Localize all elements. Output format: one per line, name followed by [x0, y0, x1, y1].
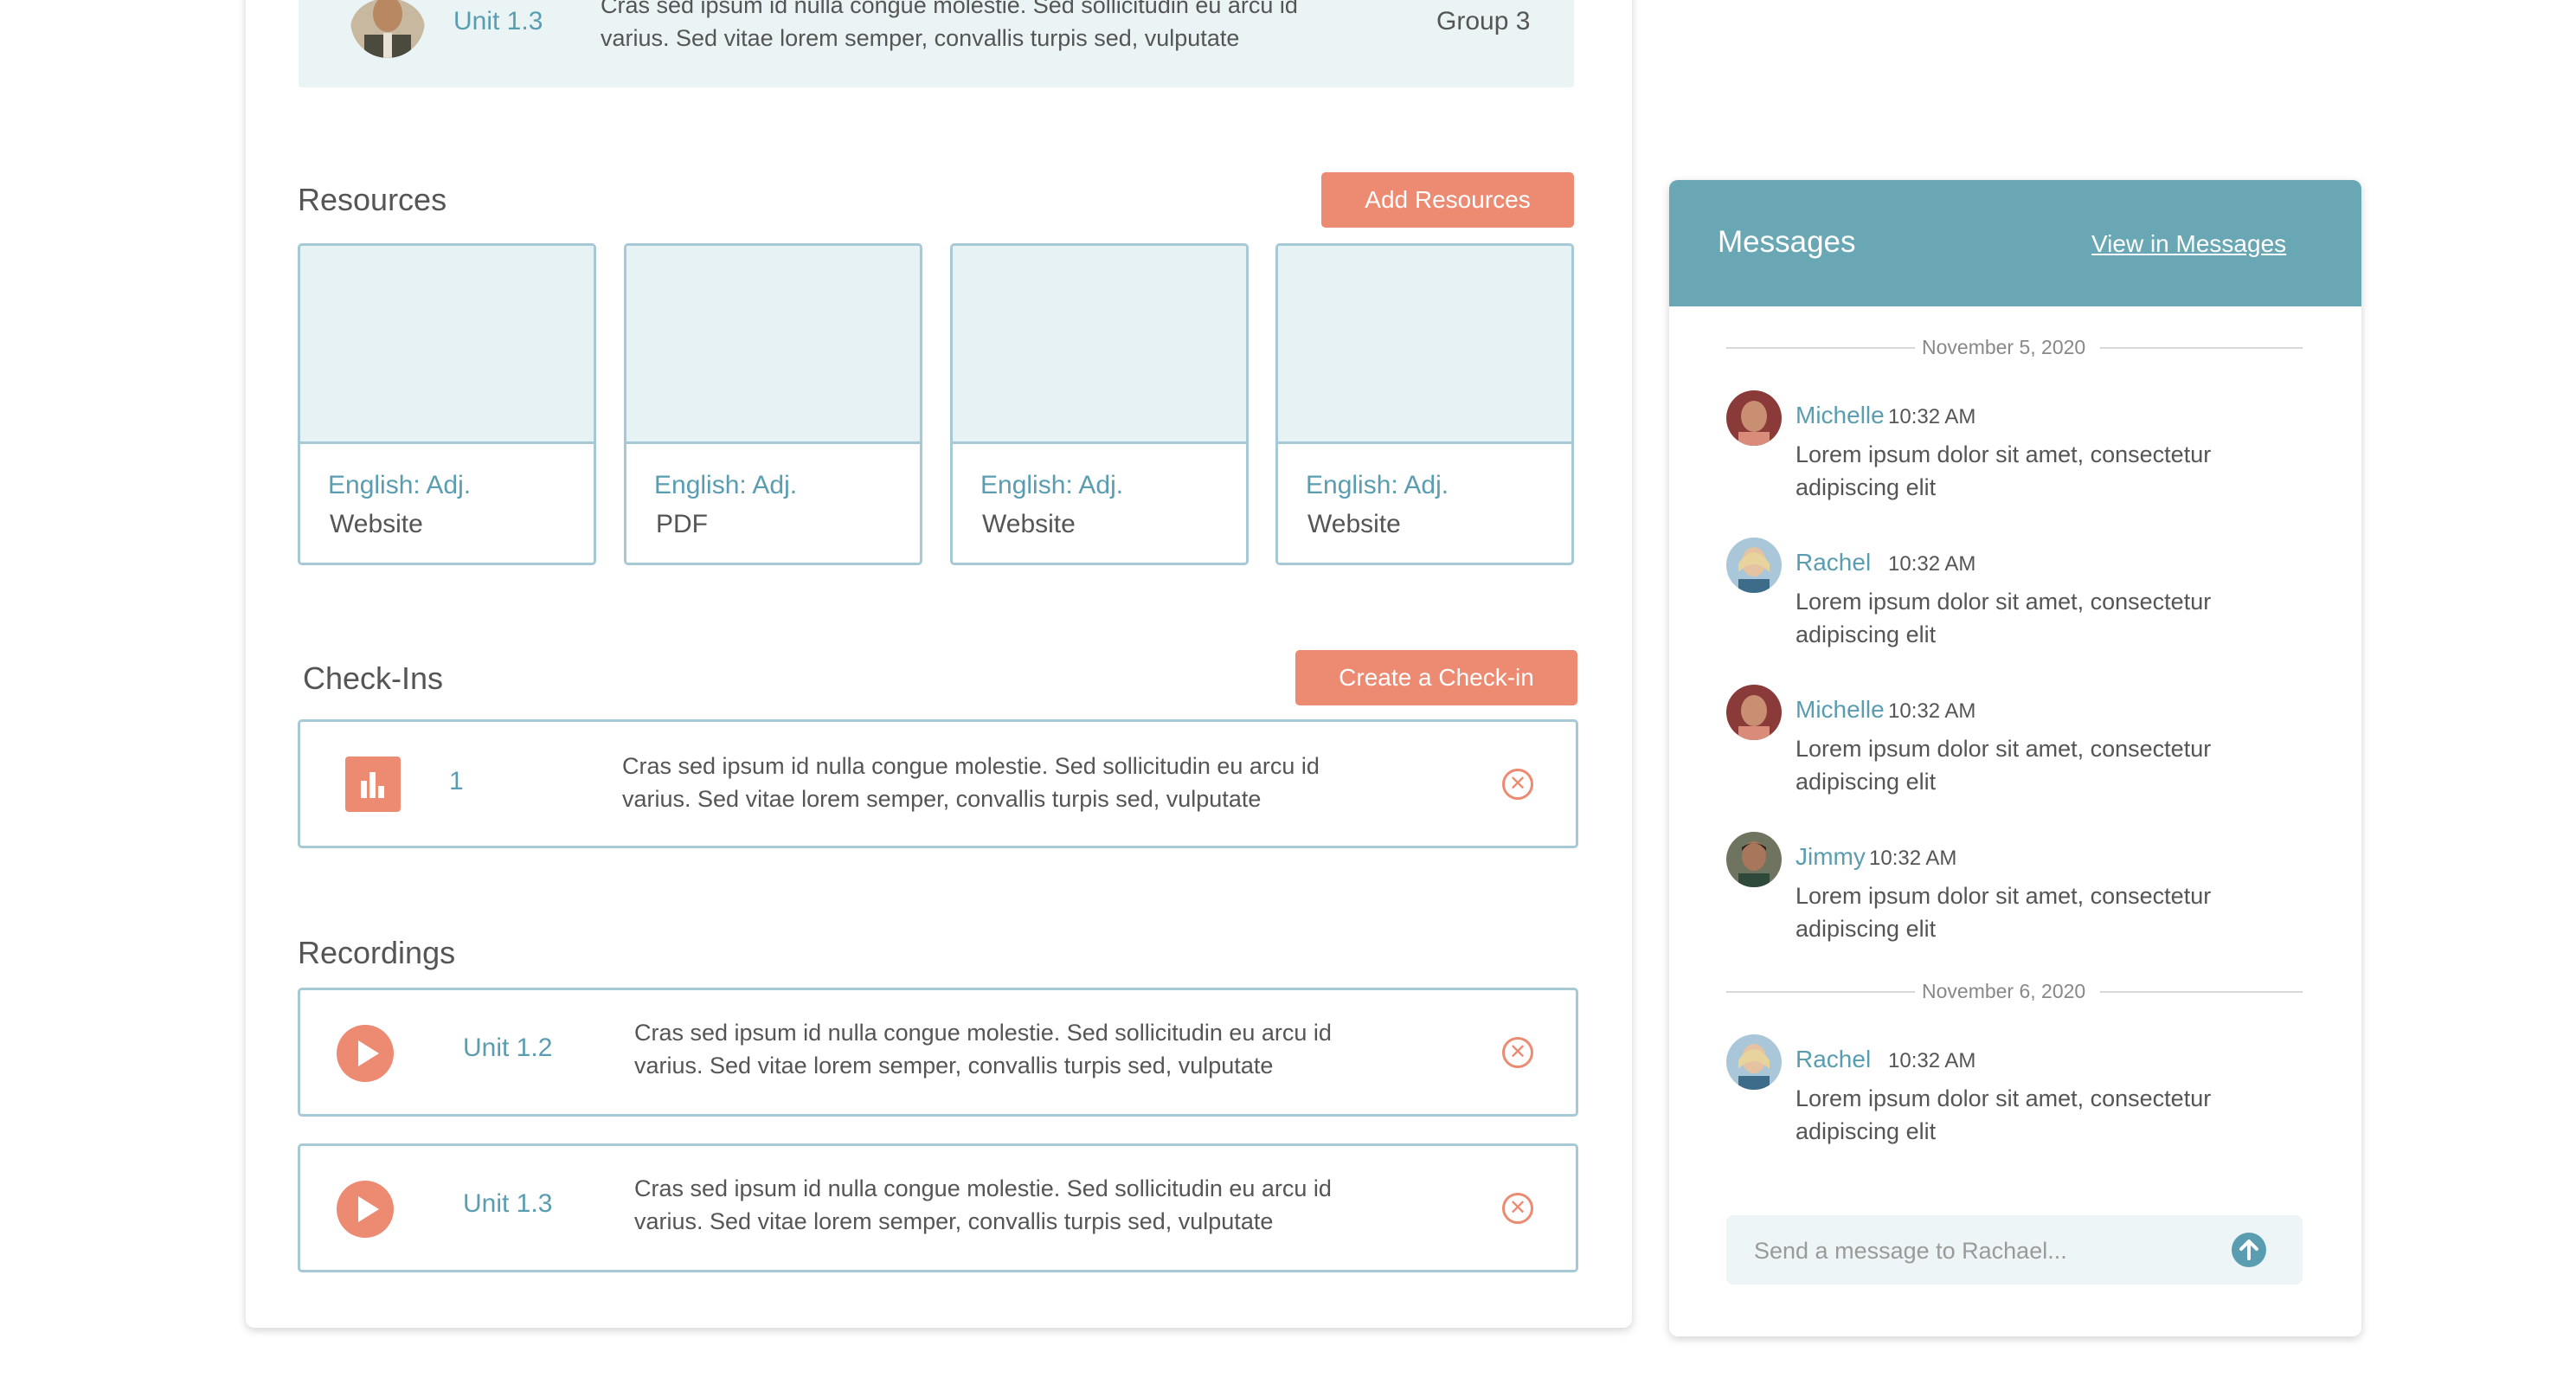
checkins-title: Check-Ins	[303, 660, 444, 696]
arrow-up-circle-icon[interactable]	[2232, 1233, 2266, 1267]
avatar	[1726, 390, 1782, 446]
message-sender[interactable]: Rachel	[1795, 549, 1871, 576]
resource-card[interactable]: English: Adj. Website	[1275, 243, 1574, 565]
date-separator: November 6, 2020	[1922, 980, 2086, 1002]
message-time: 10:32 AM	[1888, 699, 1976, 723]
messages-title: Messages	[1718, 225, 1856, 259]
play-icon[interactable]	[337, 1025, 394, 1082]
unit-link[interactable]: Unit 1.3	[453, 7, 543, 36]
view-in-messages-link[interactable]: View in Messages	[2091, 230, 2286, 258]
message-text: Lorem ipsum dolor sit amet, consectetur …	[1795, 883, 2212, 942]
checkin-number: 1	[449, 767, 464, 795]
student-avatar	[350, 0, 425, 59]
resource-thumbnail	[953, 246, 1246, 444]
recording-description: Cras sed ipsum id nulla congue molestie.…	[634, 1020, 1332, 1079]
unit-link[interactable]: Unit 1.3	[463, 1189, 552, 1219]
bar-chart-icon	[345, 757, 401, 812]
message-sender[interactable]: Michelle	[1795, 696, 1885, 724]
resource-card[interactable]: English: Adj. Website	[950, 243, 1249, 565]
close-circle-icon[interactable]: ✕	[1502, 769, 1533, 800]
unit-link[interactable]: Unit 1.2	[463, 1034, 552, 1063]
checkin-description: Cras sed ipsum id nulla congue molestie.…	[622, 753, 1320, 812]
date-divider-line	[1726, 991, 1915, 993]
avatar	[1726, 832, 1782, 887]
date-divider-line	[2100, 347, 2303, 349]
message-time: 10:32 AM	[1888, 552, 1976, 576]
resource-type: Website	[330, 510, 423, 538]
date-divider-line	[2100, 991, 2303, 993]
message-text: Lorem ipsum dolor sit amet, consectetur …	[1795, 736, 2212, 795]
resource-language: English: Adj.	[328, 471, 472, 499]
close-circle-icon[interactable]: ✕	[1502, 1193, 1533, 1224]
avatar	[1726, 685, 1782, 740]
resource-language: English: Adj.	[1306, 471, 1449, 499]
recording-description: Cras sed ipsum id nulla congue molestie.…	[634, 1175, 1332, 1234]
resource-type: Website	[982, 510, 1076, 538]
message-sender[interactable]: Rachel	[1795, 1046, 1871, 1073]
message-sender[interactable]: Jimmy	[1795, 843, 1866, 871]
message-text: Lorem ipsum dolor sit amet, consectetur …	[1795, 1085, 2212, 1144]
message-time: 10:32 AM	[1888, 1049, 1976, 1072]
recording-row[interactable]: Unit 1.2 Cras sed ipsum id nulla congue …	[298, 988, 1578, 1117]
resource-thumbnail	[300, 246, 594, 444]
resource-type: PDF	[656, 510, 708, 538]
recording-row[interactable]: Unit 1.3 Cras sed ipsum id nulla congue …	[298, 1143, 1578, 1272]
recording-description: Cras sed ipsum id nulla congue molestie.…	[601, 0, 1298, 51]
resource-card[interactable]: English: Adj. PDF	[624, 243, 922, 565]
message-time: 10:32 AM	[1888, 405, 1976, 428]
messages-panel: Messages View in Messages November 5, 20…	[1669, 180, 2361, 1336]
message-sender[interactable]: Michelle	[1795, 402, 1885, 429]
avatar	[1726, 538, 1782, 593]
checkin-row[interactable]: 1 Cras sed ipsum id nulla congue molesti…	[298, 719, 1578, 848]
play-icon[interactable]	[337, 1181, 394, 1238]
resource-thumbnail	[1278, 246, 1571, 444]
date-separator: November 5, 2020	[1922, 336, 2086, 358]
resource-thumbnail	[626, 246, 920, 444]
add-resources-button[interactable]: Add Resources	[1321, 172, 1574, 228]
avatar	[1726, 1034, 1782, 1090]
resources-title: Resources	[298, 182, 447, 217]
resource-language: English: Adj.	[980, 471, 1124, 499]
message-input-container	[1726, 1215, 2303, 1286]
date-divider-line	[1726, 347, 1915, 349]
create-checkin-button[interactable]: Create a Check-in	[1295, 650, 1577, 705]
message-text: Lorem ipsum dolor sit amet, consectetur …	[1795, 589, 2212, 647]
message-time: 10:32 AM	[1869, 847, 1957, 870]
resource-card[interactable]: English: Adj. Website	[298, 243, 596, 565]
resource-type: Website	[1307, 510, 1401, 538]
close-circle-icon[interactable]: ✕	[1502, 1037, 1533, 1068]
message-input[interactable]	[1752, 1215, 2240, 1286]
resource-language: English: Adj.	[654, 471, 798, 499]
recordings-title: Recordings	[298, 935, 456, 970]
group-label: Group 3	[1436, 7, 1531, 35]
message-text: Lorem ipsum dolor sit amet, consectetur …	[1795, 441, 2212, 500]
